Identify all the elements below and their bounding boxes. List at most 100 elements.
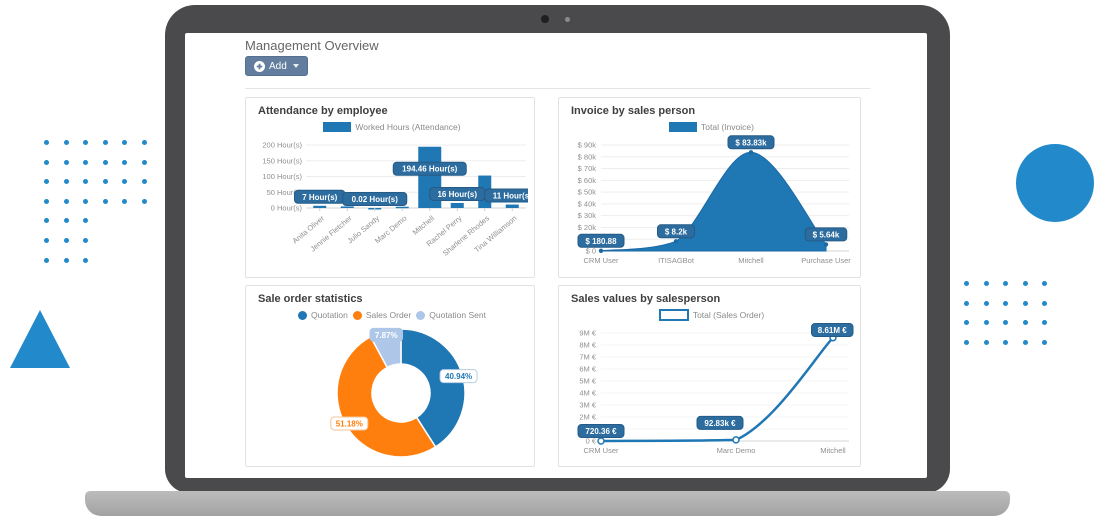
card-title: Sales values by salesperson xyxy=(571,293,852,305)
svg-text:6M €: 6M € xyxy=(579,365,597,374)
desktop-canvas: Management Overview Add Attendance by em… xyxy=(0,0,1095,516)
svg-text:150 Hour(s): 150 Hour(s) xyxy=(262,156,302,165)
add-button[interactable]: Add xyxy=(245,56,308,76)
svg-text:$ 20k: $ 20k xyxy=(578,223,597,232)
decor-dot xyxy=(1023,340,1028,345)
decor-dot xyxy=(142,160,147,165)
card-title: Invoice by sales person xyxy=(571,105,852,117)
svg-text:$ 0: $ 0 xyxy=(586,247,596,256)
decor-dot xyxy=(83,238,88,243)
decor-dot xyxy=(122,160,127,165)
plus-circle-icon xyxy=(254,61,265,72)
decor-dot xyxy=(984,281,989,286)
svg-text:7 Hour(s): 7 Hour(s) xyxy=(302,193,337,202)
decor-dot xyxy=(64,258,69,263)
svg-text:4M €: 4M € xyxy=(579,389,597,398)
legend-item-worked-hours[interactable]: Worked Hours (Attendance) xyxy=(323,122,460,132)
legend-label: Quotation Sent xyxy=(429,310,486,320)
decor-dot xyxy=(122,199,127,204)
svg-text:9M €: 9M € xyxy=(579,329,597,338)
decor-dot xyxy=(103,160,108,165)
svg-text:16 Hour(s): 16 Hour(s) xyxy=(437,190,477,199)
decor-dot xyxy=(984,340,989,345)
legend-label: Total (Invoice) xyxy=(701,122,754,132)
svg-text:8.61M €: 8.61M € xyxy=(818,326,847,335)
legend-dot xyxy=(416,311,425,320)
legend-label: Total (Sales Order) xyxy=(693,310,764,320)
decor-dot xyxy=(64,218,69,223)
attendance-bar-chart[interactable]: 0 Hour(s)50 Hour(s)100 Hour(s)150 Hour(s… xyxy=(258,135,528,278)
decor-dot xyxy=(103,140,108,145)
decor-dot xyxy=(142,179,147,184)
svg-text:5M €: 5M € xyxy=(579,377,597,386)
invoice-area-chart[interactable]: $ 0$ 10k$ 20k$ 30k$ 40k$ 50k$ 60k$ 70k$ … xyxy=(571,135,854,277)
svg-text:0 Hour(s): 0 Hour(s) xyxy=(271,204,303,213)
legend-label: Quotation xyxy=(311,310,348,320)
decor-dot xyxy=(103,179,108,184)
svg-text:CRM User: CRM User xyxy=(584,256,620,265)
decor-dot xyxy=(1003,281,1008,286)
decor-dot xyxy=(44,258,49,263)
decor-dot xyxy=(64,140,69,145)
svg-text:0.02 Hour(s): 0.02 Hour(s) xyxy=(352,195,399,204)
decor-dot xyxy=(83,160,88,165)
decor-dot xyxy=(984,320,989,325)
svg-text:Sharlene Rhodes: Sharlene Rhodes xyxy=(441,213,491,257)
laptop-base xyxy=(85,491,1010,516)
decor-dot xyxy=(44,160,49,165)
decor-dot xyxy=(1003,340,1008,345)
decor-dot xyxy=(64,160,69,165)
svg-text:3M €: 3M € xyxy=(579,401,597,410)
decor-dot xyxy=(44,238,49,243)
camera-led-icon xyxy=(565,17,570,22)
card-sale-order-statistics: Sale order statistics Quotation Sales Or… xyxy=(245,285,535,467)
svg-text:ITISAGBot: ITISAGBot xyxy=(658,256,695,265)
card-attendance: Attendance by employee Worked Hours (Att… xyxy=(245,97,535,278)
legend-item-quotation[interactable]: Quotation xyxy=(298,310,348,320)
decor-dot xyxy=(122,140,127,145)
decor-dot xyxy=(103,199,108,204)
svg-text:100 Hour(s): 100 Hour(s) xyxy=(262,172,302,181)
decor-dot xyxy=(44,199,49,204)
legend-item-total-invoice[interactable]: Total (Invoice) xyxy=(669,122,754,132)
decor-dot xyxy=(1003,320,1008,325)
svg-text:$ 8.2k: $ 8.2k xyxy=(665,227,688,236)
svg-text:40.94%: 40.94% xyxy=(445,372,472,381)
decor-dot xyxy=(142,199,147,204)
svg-text:$ 40k: $ 40k xyxy=(578,199,597,208)
decor-dot xyxy=(1023,320,1028,325)
svg-text:$ 60k: $ 60k xyxy=(578,176,597,185)
sales-values-line-chart[interactable]: 0 €1M €2M €3M €4M €5M €6M €7M €8M €9M €C… xyxy=(571,323,854,465)
svg-text:Marc Demo: Marc Demo xyxy=(717,446,756,455)
page-title: Management Overview xyxy=(245,38,379,53)
svg-text:$ 80k: $ 80k xyxy=(578,152,597,161)
decor-dot xyxy=(83,218,88,223)
caret-down-icon xyxy=(293,64,299,68)
legend-label: Sales Order xyxy=(366,310,411,320)
decor-dot xyxy=(44,140,49,145)
decor-dot xyxy=(1023,281,1028,286)
decor-dot xyxy=(964,301,969,306)
svg-text:7.87%: 7.87% xyxy=(375,331,398,340)
legend-item-sales-order[interactable]: Sales Order xyxy=(353,310,411,320)
svg-text:92.83k €: 92.83k € xyxy=(704,419,736,428)
sale-order-donut-chart[interactable]: 40.94%51.18%7.87% xyxy=(258,323,528,467)
legend-item-quotation-sent[interactable]: Quotation Sent xyxy=(416,310,486,320)
add-button-label: Add xyxy=(269,61,287,72)
decor-dot xyxy=(1042,340,1047,345)
legend-item-total-sales-order[interactable]: Total (Sales Order) xyxy=(659,309,764,321)
decor-dot xyxy=(964,281,969,286)
svg-text:$ 30k: $ 30k xyxy=(578,211,597,220)
svg-text:Mitchell: Mitchell xyxy=(738,256,764,265)
svg-text:2M €: 2M € xyxy=(579,413,597,422)
decor-dot xyxy=(1003,301,1008,306)
decor-dot xyxy=(1042,320,1047,325)
decor-dot xyxy=(964,320,969,325)
svg-text:CRM User: CRM User xyxy=(584,446,620,455)
svg-text:Mitchell: Mitchell xyxy=(411,213,437,236)
svg-text:Mitchell: Mitchell xyxy=(820,446,846,455)
legend-dot xyxy=(298,311,307,320)
decor-dot xyxy=(44,218,49,223)
svg-text:11 Hour(s): 11 Hour(s) xyxy=(493,192,528,201)
svg-text:$ 90k: $ 90k xyxy=(578,141,597,150)
